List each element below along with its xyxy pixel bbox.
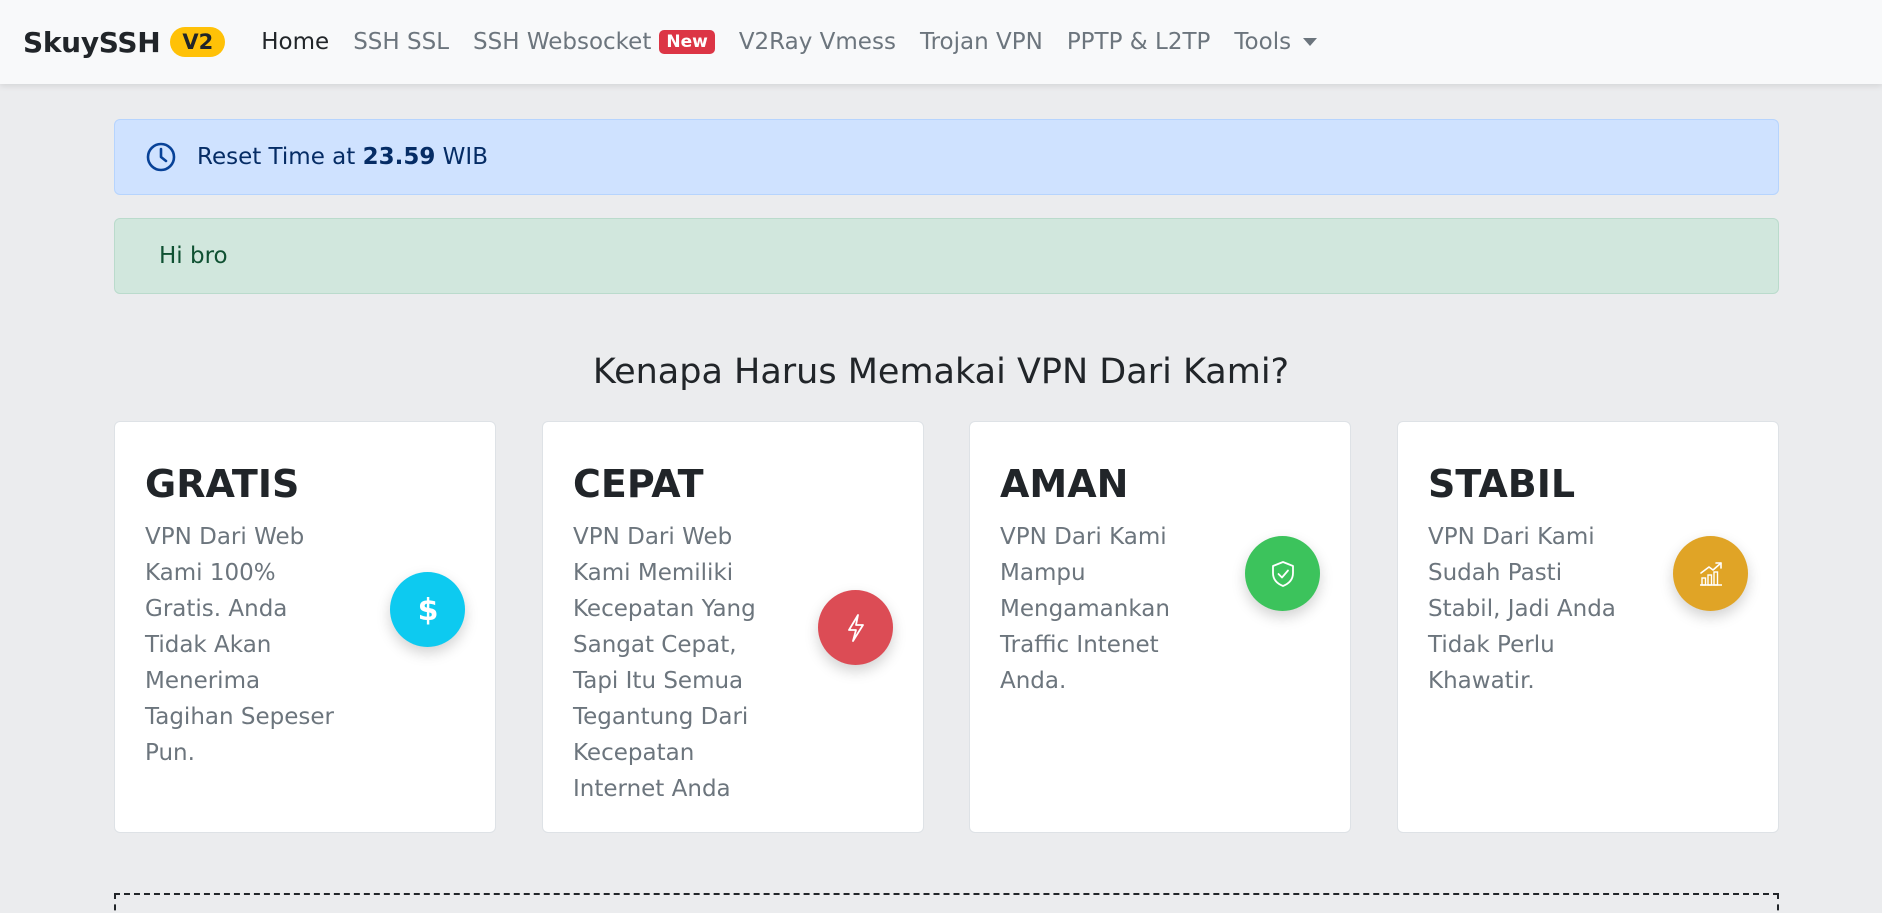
reset-time-suffix: WIB <box>435 144 488 170</box>
card-text: VPN Dari Web Kami 100% Gratis. Anda Tida… <box>145 524 334 766</box>
reset-time-prefix: Reset Time at <box>197 144 363 170</box>
nav-home-label: Home <box>261 29 330 55</box>
card-title: CEPAT <box>573 462 704 506</box>
card-text: VPN Dari Kami Mampu Mengamankan Traffic … <box>1000 524 1170 694</box>
greeting-alert: Hi bro <box>114 218 1779 294</box>
clock-icon <box>146 142 176 172</box>
reset-time-alert: Reset Time at 23.59 WIB <box>114 119 1779 195</box>
nav-home[interactable]: Home <box>261 29 329 55</box>
reset-time-text: Reset Time at 23.59 WIB <box>197 144 488 170</box>
card-title: STABIL <box>1428 462 1576 506</box>
brand-name: SkuySSH <box>23 25 161 59</box>
brand-link[interactable]: SkuySSH V2 <box>23 25 226 59</box>
reset-time-value: 23.59 <box>362 144 436 170</box>
nav-v2ray-vmess-label: V2Ray Vmess <box>738 29 896 55</box>
shield-check-icon <box>1245 536 1320 611</box>
nav-ssh-ssl[interactable]: SSH SSL <box>353 29 449 55</box>
nav-trojan-vpn-label: Trojan VPN <box>919 29 1043 55</box>
lightning-icon <box>818 590 893 665</box>
card-text: VPN Dari Web Kami Memiliki Kecepatan Yan… <box>573 524 756 802</box>
feature-card-aman: AMAN VPN Dari Kami Mampu Mengamankan Tra… <box>969 421 1351 833</box>
dashed-content-box <box>114 893 1779 913</box>
nav-menu: Home SSH SSL SSH Websocket New V2Ray Vme… <box>261 29 1341 55</box>
nav-trojan-vpn[interactable]: Trojan VPN <box>920 29 1043 55</box>
greeting-text: Hi bro <box>159 243 228 269</box>
nav-tools-label: Tools <box>1234 29 1292 55</box>
nav-pptp-l2tp-label: PPTP & L2TP <box>1066 29 1211 55</box>
card-title: GRATIS <box>145 462 300 506</box>
graph-up-icon <box>1673 536 1748 611</box>
nav-ssh-websocket[interactable]: SSH Websocket New <box>473 29 715 55</box>
top-navbar: SkuySSH V2 Home SSH SSL SSH Websocket Ne… <box>0 0 1882 84</box>
card-text: VPN Dari Kami Sudah Pasti Stabil, Jadi A… <box>1428 524 1616 694</box>
nav-v2ray-vmess[interactable]: V2Ray Vmess <box>739 29 896 55</box>
feature-card-gratis: GRATIS VPN Dari Web Kami 100% Gratis. An… <box>114 421 496 833</box>
card-title: AMAN <box>1000 462 1129 506</box>
nav-tools-dropdown[interactable]: Tools <box>1234 29 1318 55</box>
brand-version-badge: V2 <box>170 27 226 57</box>
nav-ssh-ssl-label: SSH SSL <box>353 29 450 55</box>
section-title: Kenapa Harus Memakai VPN Dari Kami? <box>592 352 1290 392</box>
nav-pptp-l2tp[interactable]: PPTP & L2TP <box>1067 29 1211 55</box>
svg-text:$: $ <box>417 593 438 627</box>
new-badge: New <box>659 30 715 54</box>
feature-card-cepat: CEPAT VPN Dari Web Kami Memiliki Kecepat… <box>542 421 924 833</box>
caret-down-icon <box>1303 38 1318 46</box>
feature-card-stabil: STABIL VPN Dari Kami Sudah Pasti Stabil,… <box>1397 421 1779 833</box>
dollar-icon: $ <box>390 572 465 647</box>
nav-ssh-websocket-label: SSH Websocket <box>473 29 652 55</box>
